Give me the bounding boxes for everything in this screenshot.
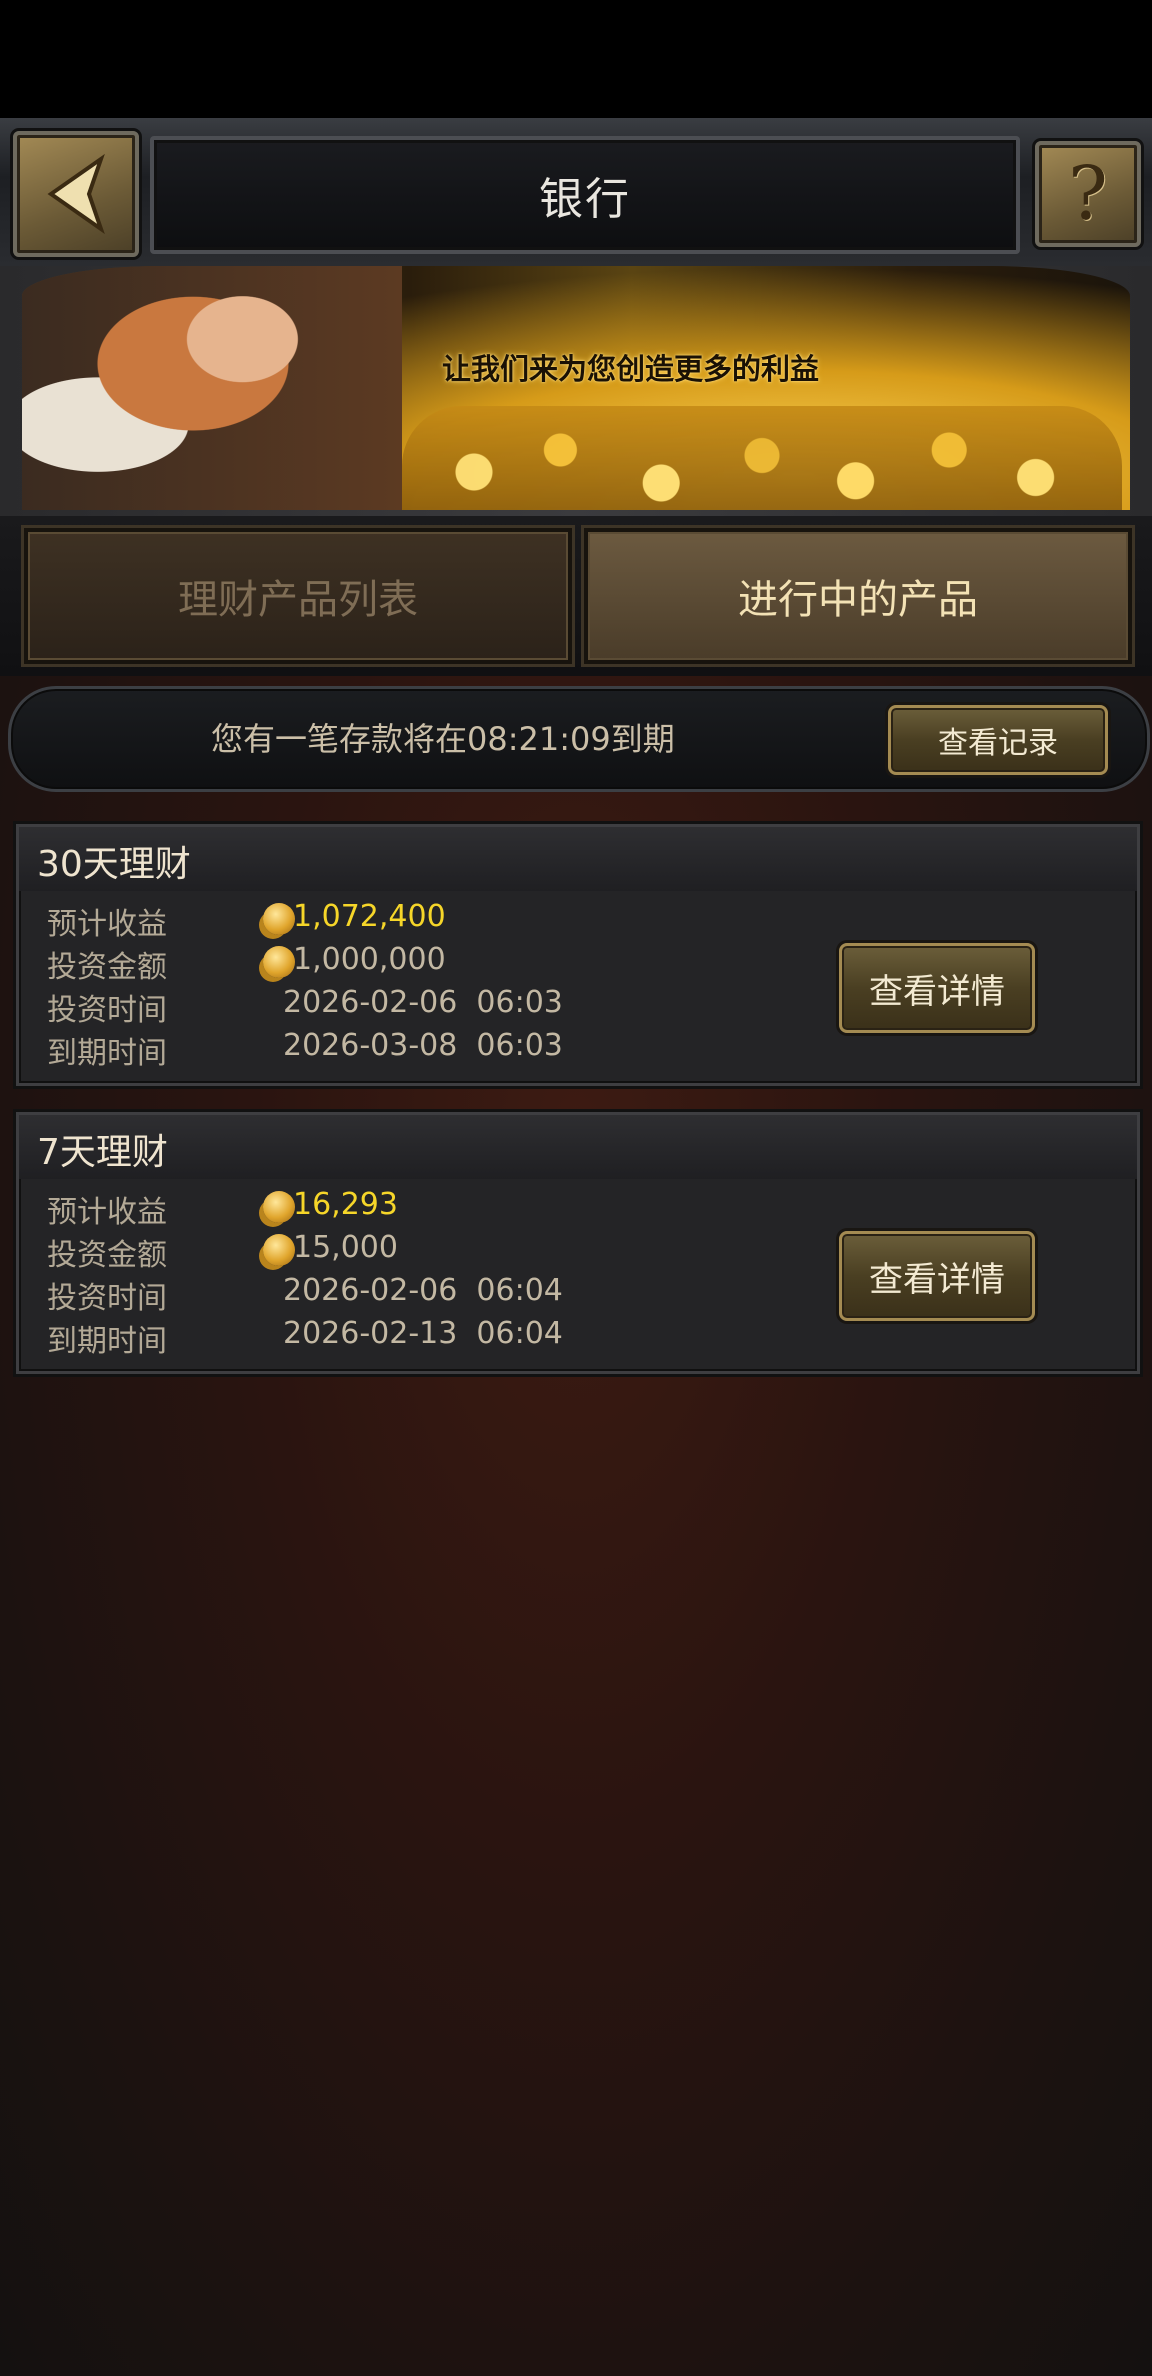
banner-character-image — [22, 266, 402, 510]
tab-active-products[interactable]: 进行中的产品 — [584, 528, 1132, 664]
expected-income-label: 预计收益 — [47, 1195, 167, 1230]
product-card: 30天理财 预计收益 1,072,400 投资金额 1,000,000 投资时间… — [16, 824, 1140, 1086]
title-box: 银行 — [150, 136, 1020, 254]
question-icon: ? — [1068, 151, 1108, 237]
top-bar: 银行 ? — [0, 118, 1152, 269]
investment-amount-label: 投资金额 — [47, 1238, 167, 1273]
expire-time-label: 到期时间 — [47, 1324, 167, 1359]
view-details-button[interactable]: 查看详情 — [839, 1231, 1035, 1321]
expire-time-value: 2026-02-13 06:04 — [283, 1316, 563, 1351]
invest-time-value: 2026-02-06 06:03 — [283, 985, 563, 1020]
product-title: 30天理财 — [37, 844, 191, 885]
help-button[interactable]: ? — [1035, 141, 1141, 247]
page-title: 银行 — [539, 174, 631, 225]
coin-icon — [263, 946, 295, 978]
coin-icon — [263, 903, 295, 935]
expiry-notice-text: 您有一笔存款将在08:21:09到期 — [211, 720, 675, 758]
expected-income-value: 16,293 — [293, 1187, 398, 1222]
tab-product-list[interactable]: 理财产品列表 — [24, 528, 572, 664]
card-header: 30天理财 — [19, 827, 1137, 891]
card-header: 7天理财 — [19, 1115, 1137, 1179]
expected-income-value: 1,072,400 — [293, 899, 446, 934]
investment-amount-value: 1,000,000 — [293, 942, 446, 977]
bank-banner: 让我们来为您创造更多的利益 — [22, 266, 1130, 510]
product-card: 7天理财 预计收益 16,293 投资金额 15,000 投资时间 2026-0… — [16, 1112, 1140, 1374]
coin-icon — [263, 1191, 295, 1223]
status-bar — [0, 0, 1152, 118]
investment-amount-label: 投资金额 — [47, 950, 167, 985]
product-title: 7天理财 — [37, 1132, 168, 1173]
invest-time-value: 2026-02-06 06:04 — [283, 1273, 563, 1308]
invest-time-label: 投资时间 — [47, 1281, 167, 1316]
investment-amount-value: 15,000 — [293, 1230, 398, 1265]
chevron-left-icon — [47, 153, 105, 235]
expire-time-label: 到期时间 — [47, 1036, 167, 1071]
banner-slogan: 让我们来为您创造更多的利益 — [442, 352, 820, 386]
tab-bar: 理财产品列表 进行中的产品 — [0, 516, 1152, 676]
expected-income-label: 预计收益 — [47, 907, 167, 942]
gold-coins-image — [402, 406, 1122, 510]
view-details-button[interactable]: 查看详情 — [839, 943, 1035, 1033]
view-records-button[interactable]: 查看记录 — [888, 705, 1108, 775]
expire-time-value: 2026-03-08 06:03 — [283, 1028, 563, 1063]
back-button[interactable] — [13, 131, 139, 257]
invest-time-label: 投资时间 — [47, 993, 167, 1028]
coin-icon — [263, 1234, 295, 1266]
